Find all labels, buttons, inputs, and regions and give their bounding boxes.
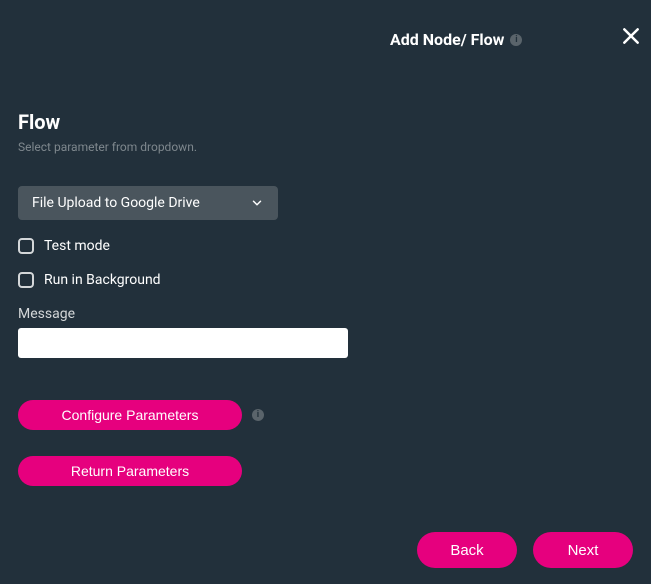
info-icon[interactable]: i [252, 409, 264, 421]
next-button[interactable]: Next [533, 532, 633, 568]
flow-dropdown[interactable]: File Upload to Google Drive [18, 186, 278, 220]
next-label: Next [568, 542, 599, 559]
back-button[interactable]: Back [417, 532, 517, 568]
info-icon[interactable]: i [510, 34, 522, 46]
test-mode-label: Test mode [44, 238, 110, 254]
back-label: Back [450, 542, 483, 559]
chevron-down-icon [250, 196, 264, 210]
configure-parameters-label: Configure Parameters [62, 407, 199, 423]
test-mode-checkbox[interactable]: Test mode [18, 238, 633, 254]
checkbox-box-icon [18, 238, 34, 254]
dialog-content: Flow Select parameter from dropdown. Fil… [0, 60, 651, 486]
close-button[interactable] [617, 22, 645, 50]
close-icon [621, 26, 641, 46]
dropdown-selected: File Upload to Google Drive [32, 195, 200, 211]
dialog-footer: Back Next [417, 532, 633, 568]
dialog-title-wrap: Add Node/ Flow i [390, 30, 522, 49]
dialog-title: Add Node/ Flow [390, 30, 504, 49]
checkbox-box-icon [18, 272, 34, 288]
return-parameters-button[interactable]: Return Parameters [18, 456, 242, 486]
run-background-checkbox[interactable]: Run in Background [18, 272, 633, 288]
configure-parameters-button[interactable]: Configure Parameters [18, 400, 242, 430]
return-parameters-label: Return Parameters [71, 463, 189, 479]
dialog-header: Add Node/ Flow i [0, 0, 651, 60]
section-title: Flow [18, 110, 633, 134]
return-row: Return Parameters [18, 456, 633, 486]
message-label: Message [18, 306, 633, 322]
configure-row: Configure Parameters i [18, 400, 633, 430]
message-input[interactable] [18, 328, 348, 358]
run-background-label: Run in Background [44, 272, 161, 288]
section-subtitle: Select parameter from dropdown. [18, 140, 633, 154]
